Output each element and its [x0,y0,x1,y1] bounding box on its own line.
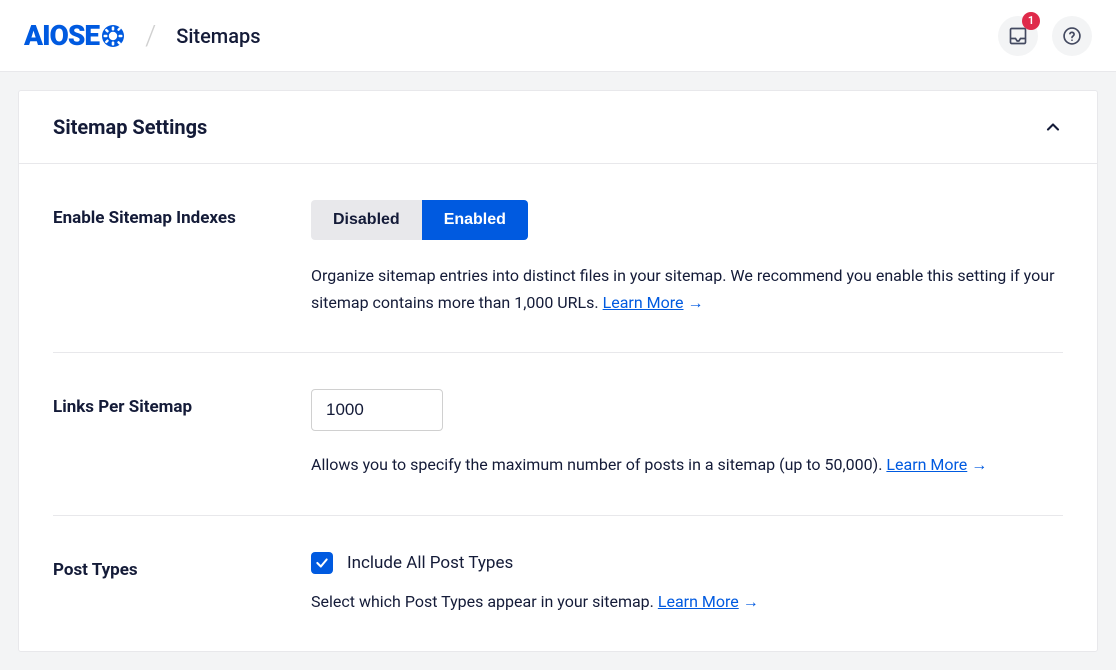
learn-more-link[interactable]: Learn More [886,455,967,474]
check-icon [315,556,329,570]
include-all-post-types-row: Include All Post Types [311,552,1063,574]
settings-rows: Enable Sitemap Indexes Disabled Enabled … [19,164,1097,651]
post-types-desc-text: Select which Post Types appear in your s… [311,592,658,611]
card-header[interactable]: Sitemap Settings [19,91,1097,164]
arrow-icon[interactable]: → [971,455,987,474]
include-all-post-types-label: Include All Post Types [347,553,513,573]
content: Sitemap Settings Enable Sitemap Indexes … [0,72,1116,670]
arrow-icon[interactable]: → [688,293,704,312]
links-per-label: Links Per Sitemap [53,389,311,478]
include-all-post-types-checkbox[interactable] [311,552,333,574]
disabled-button[interactable]: Disabled [311,200,422,240]
row-links-per-sitemap: Links Per Sitemap Allows you to specify … [53,353,1063,515]
notification-badge: 1 [1022,12,1040,30]
post-types-body: Include All Post Types Select which Post… [311,552,1063,615]
top-actions: 1 [998,16,1092,56]
breadcrumb-divider: / [145,19,156,52]
breadcrumb-title: Sitemaps [176,24,260,48]
gear-o-icon [101,24,125,48]
brand-logo: AIOSE [24,19,125,52]
row-post-types: Post Types Include All Post Types Select… [53,516,1063,651]
post-types-label: Post Types [53,552,311,615]
logo-text: AIOSE [24,19,99,52]
arrow-icon[interactable]: → [743,592,759,611]
links-per-body: Allows you to specify the maximum number… [311,389,1063,478]
learn-more-link[interactable]: Learn More [658,592,739,611]
enable-indexes-description: Organize sitemap entries into distinct f… [311,262,1063,316]
enable-indexes-label: Enable Sitemap Indexes [53,200,311,316]
card-title: Sitemap Settings [53,115,207,139]
links-per-sitemap-input[interactable] [311,389,443,431]
settings-card: Sitemap Settings Enable Sitemap Indexes … [18,90,1098,652]
help-button[interactable] [1052,16,1092,56]
learn-more-link[interactable]: Learn More [603,293,684,312]
links-per-description: Allows you to specify the maximum number… [311,451,1063,478]
chevron-up-icon [1043,117,1063,137]
enable-indexes-body: Disabled Enabled Organize sitemap entrie… [311,200,1063,316]
enable-indexes-toggle: Disabled Enabled [311,200,528,240]
links-per-desc-text: Allows you to specify the maximum number… [311,455,886,474]
topbar: AIOSE / Sitemaps [0,0,1116,72]
enabled-button[interactable]: Enabled [422,200,528,240]
row-enable-sitemap-indexes: Enable Sitemap Indexes Disabled Enabled … [53,164,1063,353]
notifications-button[interactable]: 1 [998,16,1038,56]
post-types-description: Select which Post Types appear in your s… [311,588,1063,615]
